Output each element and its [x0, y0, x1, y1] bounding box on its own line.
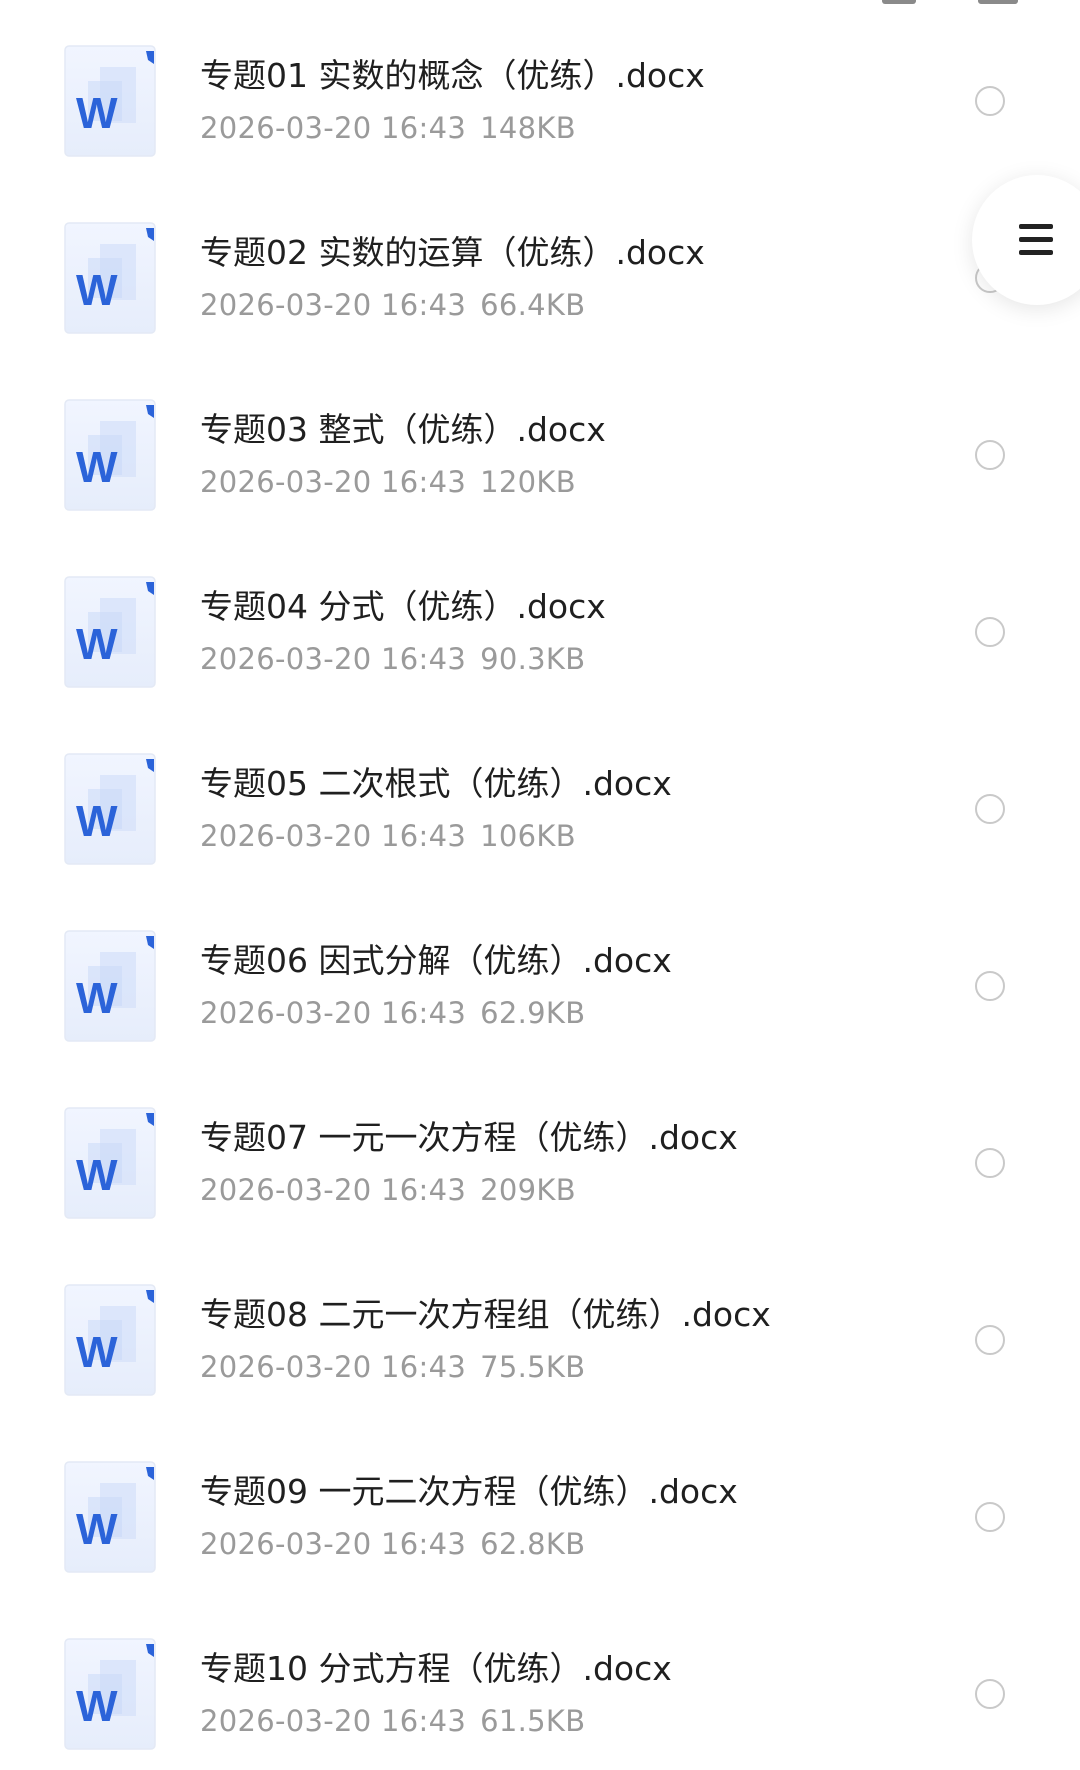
- select-radio[interactable]: [975, 794, 1005, 824]
- file-size: 90.3KB: [480, 642, 586, 676]
- file-row[interactable]: W 专题01 实数的概念（优练）.docx 2026-03-20 16:43 148K…: [0, 0, 1080, 177]
- file-date: 2026-03-20 16:43: [200, 996, 467, 1030]
- file-name: 专题03 整式（优练）.docx: [200, 410, 606, 449]
- file-size: 61.5KB: [480, 1704, 586, 1738]
- file-date: 2026-03-20 16:43: [200, 1173, 467, 1207]
- file-size: 106KB: [480, 819, 576, 853]
- file-row[interactable]: W 专题04 分式（优练）.docx 2026-03-20 16:43 90.3KB: [0, 531, 1080, 708]
- word-icon-letter: W: [76, 1682, 118, 1731]
- file-size: 120KB: [480, 465, 576, 499]
- file-row[interactable]: W 专题06 因式分解（优练）.docx 2026-03-20 16:43 62.9K…: [0, 885, 1080, 1062]
- file-date: 2026-03-20 16:43: [200, 1350, 467, 1384]
- word-document-icon: W: [64, 45, 156, 157]
- file-meta: 2026-03-20 16:43 62.8KB: [200, 1526, 585, 1562]
- word-icon-letter: W: [76, 1328, 118, 1377]
- file-meta: 2026-03-20 16:43 106KB: [200, 818, 576, 854]
- file-size: 62.9KB: [480, 996, 586, 1030]
- select-radio[interactable]: [975, 440, 1005, 470]
- file-date: 2026-03-20 16:43: [200, 465, 467, 499]
- file-date: 2026-03-20 16:43: [200, 1527, 467, 1561]
- file-meta: 2026-03-20 16:43 61.5KB: [200, 1703, 585, 1739]
- file-meta: 2026-03-20 16:43 90.3KB: [200, 641, 585, 677]
- file-meta: 2026-03-20 16:43 66.4KB: [200, 287, 585, 323]
- word-document-icon: W: [64, 222, 156, 334]
- select-radio[interactable]: [975, 971, 1005, 1001]
- file-size: 75.5KB: [480, 1350, 586, 1384]
- word-document-icon: W: [64, 753, 156, 865]
- word-document-icon: W: [64, 1107, 156, 1219]
- word-icon-letter: W: [76, 89, 118, 138]
- select-radio[interactable]: [975, 1502, 1005, 1532]
- file-name: 专题01 实数的概念（优练）.docx: [200, 56, 705, 95]
- file-size: 62.8KB: [480, 1527, 586, 1561]
- menu-icon: [1019, 224, 1053, 256]
- word-document-icon: W: [64, 1638, 156, 1750]
- file-meta: 2026-03-20 16:43 120KB: [200, 464, 576, 500]
- file-date: 2026-03-20 16:43: [200, 819, 467, 853]
- file-name: 专题02 实数的运算（优练）.docx: [200, 233, 705, 272]
- file-size: 66.4KB: [480, 288, 586, 322]
- file-name: 专题04 分式（优练）.docx: [200, 587, 606, 626]
- file-size: 148KB: [480, 111, 576, 145]
- select-radio[interactable]: [975, 617, 1005, 647]
- file-row[interactable]: W 专题05 二次根式（优练）.docx 2026-03-20 16:43 106KB: [0, 708, 1080, 885]
- file-date: 2026-03-20 16:43: [200, 642, 467, 676]
- file-row[interactable]: W 专题10 分式方程（优练）.docx 2026-03-20 16:43 61.5K…: [0, 1593, 1080, 1770]
- file-name: 专题07 一元一次方程（优练）.docx: [200, 1118, 738, 1157]
- file-date: 2026-03-20 16:43: [200, 111, 467, 145]
- word-document-icon: W: [64, 576, 156, 688]
- file-row[interactable]: W 专题02 实数的运算（优练）.docx 2026-03-20 16:43 66.4…: [0, 177, 1080, 354]
- file-row[interactable]: W 专题08 二元一次方程组（优练）.docx 2026-03-20 16:43 75…: [0, 1239, 1080, 1416]
- select-radio[interactable]: [975, 86, 1005, 116]
- file-name: 专题06 因式分解（优练）.docx: [200, 941, 672, 980]
- file-row[interactable]: W 专题03 整式（优练）.docx 2026-03-20 16:43 120KB: [0, 354, 1080, 531]
- file-name: 专题08 二元一次方程组（优练）.docx: [200, 1295, 771, 1334]
- file-name: 专题05 二次根式（优练）.docx: [200, 764, 672, 803]
- file-meta: 2026-03-20 16:43 62.9KB: [200, 995, 585, 1031]
- file-meta: 2026-03-20 16:43 148KB: [200, 110, 576, 146]
- file-date: 2026-03-20 16:43: [200, 1704, 467, 1738]
- select-radio[interactable]: [975, 1148, 1005, 1178]
- word-icon-letter: W: [76, 797, 118, 846]
- word-document-icon: W: [64, 399, 156, 511]
- select-radio[interactable]: [975, 1679, 1005, 1709]
- file-date: 2026-03-20 16:43: [200, 288, 467, 322]
- file-name: 专题09 一元二次方程（优练）.docx: [200, 1472, 738, 1511]
- file-size: 209KB: [480, 1173, 576, 1207]
- word-icon-letter: W: [76, 1505, 118, 1554]
- word-icon-letter: W: [76, 1151, 118, 1200]
- select-radio[interactable]: [975, 1325, 1005, 1355]
- file-name: 专题10 分式方程（优练）.docx: [200, 1649, 672, 1688]
- file-row[interactable]: W 专题09 一元二次方程（优练）.docx 2026-03-20 16:43 62.…: [0, 1416, 1080, 1593]
- word-document-icon: W: [64, 930, 156, 1042]
- word-icon-letter: W: [76, 620, 118, 669]
- file-meta: 2026-03-20 16:43 209KB: [200, 1172, 576, 1208]
- word-document-icon: W: [64, 1284, 156, 1396]
- word-document-icon: W: [64, 1461, 156, 1573]
- file-list: W 专题01 实数的概念（优练）.docx 2026-03-20 16:43 148K…: [0, 0, 1080, 1750]
- file-row[interactable]: W 专题07 一元一次方程（优练）.docx 2026-03-20 16:43 209…: [0, 1062, 1080, 1239]
- word-icon-letter: W: [76, 266, 118, 315]
- file-meta: 2026-03-20 16:43 75.5KB: [200, 1349, 585, 1385]
- word-icon-letter: W: [76, 443, 118, 492]
- word-icon-letter: W: [76, 974, 118, 1023]
